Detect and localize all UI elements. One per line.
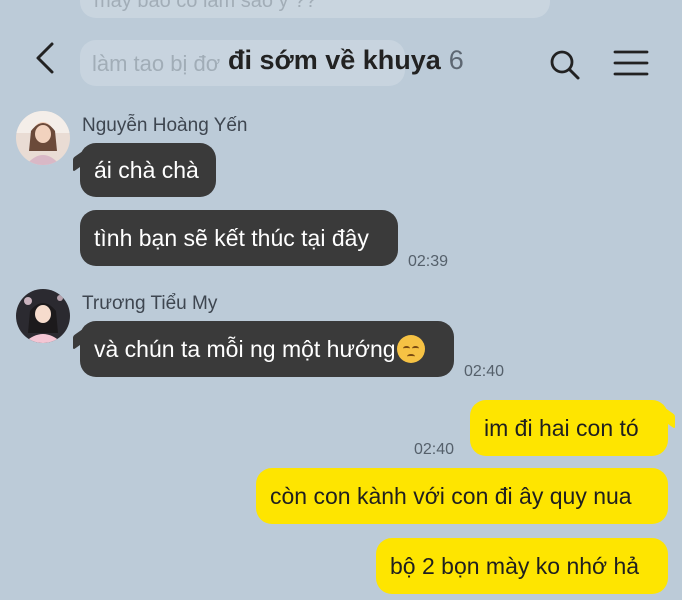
back-chevron-icon [36,42,54,74]
message-text: ái chà chà [94,156,199,183]
avatar-nguyen-hoang-yen[interactable] [16,111,70,165]
search-icon [550,50,580,80]
message-bubble[interactable]: ái chà chà [80,143,216,197]
message-text: im đi hai con tó [484,414,639,441]
message-bubble[interactable]: và chún ta mỗi ng một hướng [80,321,454,377]
message-bubble-outgoing[interactable]: bộ 2 bọn mày ko nhớ hả [376,538,668,594]
message-bubble-outgoing[interactable]: còn con kành với con đi ây quy nua [256,468,668,524]
message-text: tình bạn sẽ kết thúc tại đây [94,224,369,251]
message-timestamp: 02:39 [408,253,449,270]
menu-button[interactable] [612,48,650,78]
pensive-face-emoji-icon [396,335,425,363]
search-button[interactable] [548,48,582,82]
sender-name: Trương Tiểu My [82,293,218,314]
message-bubble[interactable]: tình bạn sẽ kết thúc tại đây [80,210,398,266]
chat-title-text: đi sớm về khuya [228,44,441,75]
avatar-truong-tieu-my[interactable] [16,289,70,343]
message-timestamp: 02:40 [464,363,505,380]
hamburger-menu-icon [613,50,649,76]
message-bubble-outgoing[interactable]: im đi hai con tó [470,400,668,456]
member-count: 6 [448,44,464,75]
message-text: còn con kành với con đi ây quy nua [270,482,632,509]
chat-title: đi sớm về khuya 6 [228,40,464,80]
message-text: bộ 2 bọn mày ko nhớ hả [390,552,640,579]
chat-header: đi sớm về khuya 6 [0,0,682,110]
sender-name: Nguyễn Hoàng Yến [82,115,248,136]
message-timestamp: 02:40 [414,441,455,458]
back-button[interactable] [30,38,66,78]
message-text: và chún ta mỗi ng một hướng [94,335,396,362]
